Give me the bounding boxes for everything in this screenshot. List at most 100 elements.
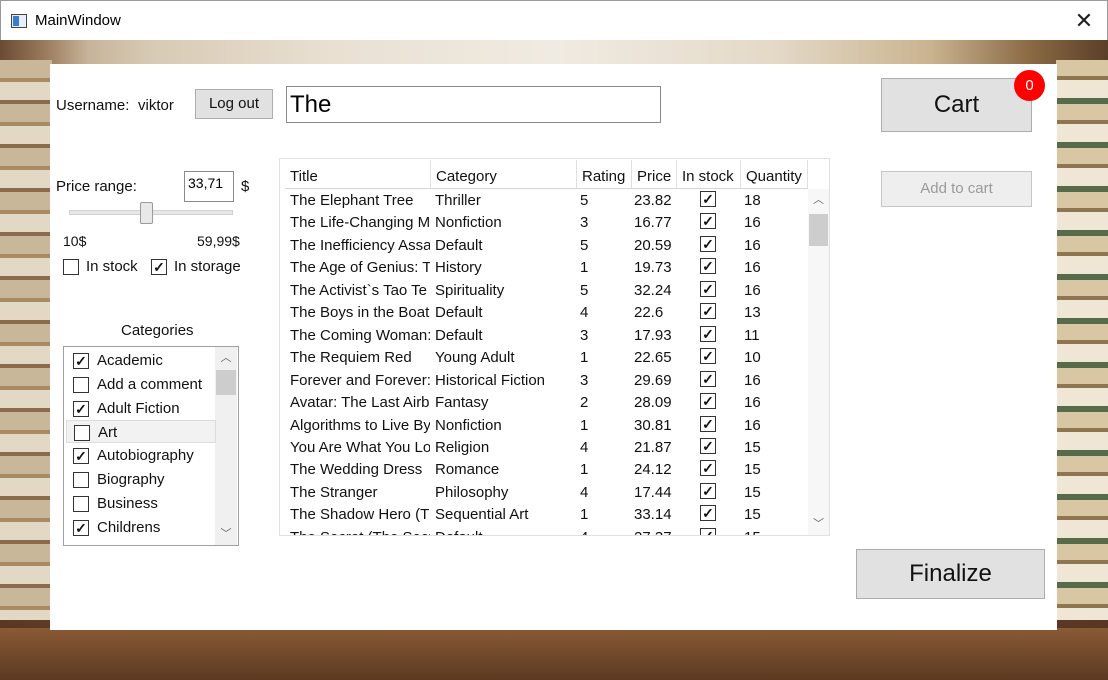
table-row[interactable]: The Life-Changing M Nonfiction 3 16.77 16 bbox=[285, 212, 805, 234]
in-stock-cell-checkbox[interactable] bbox=[700, 280, 716, 297]
column-header-price[interactable]: Price bbox=[632, 160, 677, 189]
table-row[interactable]: Avatar: The Last Airb Fantasy 2 28.09 16 bbox=[285, 392, 805, 414]
table-row[interactable]: Forever and Forever: Historical Fiction 3 2… bbox=[285, 370, 805, 392]
in-stock-cell-checkbox[interactable] bbox=[700, 460, 716, 477]
price-input[interactable]: 33,71 bbox=[184, 171, 234, 202]
table-row[interactable]: The Requiem Red Young Adult 1 22.65 10 bbox=[285, 347, 805, 369]
category-checkbox[interactable] bbox=[73, 519, 89, 536]
category-checkbox[interactable] bbox=[74, 425, 90, 442]
column-header-quantity[interactable]: Quantity bbox=[741, 160, 808, 189]
table-row[interactable]: You Are What You Lo Religion 4 21.87 15 bbox=[285, 437, 805, 459]
cart-button[interactable]: Cart bbox=[881, 78, 1032, 132]
cell-rating: 1 bbox=[580, 461, 589, 479]
table-row[interactable]: The Age of Genius: T History 1 19.73 16 bbox=[285, 257, 805, 279]
column-header-in-stock[interactable]: In stock bbox=[677, 160, 741, 189]
in-stock-cell-checkbox[interactable] bbox=[700, 415, 716, 432]
table-row[interactable]: Algorithms to Live By Nonfiction 1 30.81 16 bbox=[285, 415, 805, 437]
cell-quantity: 18 bbox=[744, 192, 761, 209]
cell-category: Romance bbox=[435, 461, 500, 479]
category-checkbox[interactable] bbox=[73, 353, 89, 369]
cell-title: The Secret (The Secr bbox=[290, 529, 430, 535]
category-item[interactable]: Art bbox=[66, 420, 216, 444]
in-stock-cell-checkbox[interactable] bbox=[700, 303, 716, 320]
cell-price: 27.37 bbox=[634, 529, 679, 535]
close-icon[interactable]: ✕ bbox=[1061, 1, 1107, 40]
in-stock-cell-checkbox[interactable] bbox=[700, 527, 716, 535]
category-item[interactable]: Adult Fiction bbox=[66, 397, 216, 420]
in-stock-cell-checkbox[interactable] bbox=[700, 258, 716, 275]
cell-category: Nonfiction bbox=[435, 416, 502, 434]
category-checkbox[interactable] bbox=[73, 472, 89, 488]
cell-category: Historical Fiction bbox=[435, 371, 546, 389]
scroll-down-icon[interactable]: ﹀ bbox=[215, 525, 237, 543]
books-table[interactable]: The Secret (The Secr Default 4 27.37 15 The S… bbox=[279, 158, 830, 536]
categories-list[interactable]: ︿ ﹀ Academic Add a comment Adult Fiction Ar… bbox=[63, 346, 239, 546]
categories-scrollbar[interactable]: ︿ ﹀ bbox=[215, 347, 237, 545]
category-item[interactable]: Childrens bbox=[66, 516, 216, 539]
finalize-button[interactable]: Finalize bbox=[856, 549, 1045, 599]
category-item[interactable]: Business bbox=[66, 492, 216, 515]
in-stock-cell-checkbox[interactable] bbox=[700, 348, 716, 365]
cell-title: The Elephant Tree bbox=[290, 192, 414, 209]
in-storage-checkbox[interactable] bbox=[151, 259, 167, 275]
category-item[interactable]: Academic bbox=[66, 349, 216, 372]
in-stock-cell-checkbox[interactable] bbox=[700, 437, 716, 454]
cell-category: Default bbox=[435, 326, 483, 344]
logout-button[interactable]: Log out bbox=[195, 89, 273, 119]
table-row[interactable]: The Activist`s Tao Te (Spirituality 5 32.2… bbox=[285, 280, 805, 302]
category-item[interactable]: Autobiography bbox=[66, 444, 216, 467]
username-label: Username: bbox=[56, 97, 130, 114]
scroll-up-icon[interactable]: ︿ bbox=[808, 191, 829, 209]
in-stock-label: In stock bbox=[86, 258, 138, 275]
in-stock-cell-checkbox[interactable] bbox=[700, 191, 716, 207]
category-checkbox[interactable] bbox=[73, 448, 89, 465]
cell-quantity: 11 bbox=[744, 326, 760, 344]
title-bar: MainWindow ✕ bbox=[0, 0, 1108, 40]
category-label: Business bbox=[97, 494, 158, 512]
cell-title: The Shadow Hero (Th bbox=[290, 506, 430, 524]
category-item[interactable]: Biography bbox=[66, 468, 216, 491]
cell-rating: 1 bbox=[580, 416, 589, 434]
in-stock-cell-checkbox[interactable] bbox=[700, 370, 716, 387]
in-stock-checkbox[interactable] bbox=[63, 259, 79, 275]
in-stock-cell-checkbox[interactable] bbox=[700, 235, 716, 252]
table-row[interactable]: The Wedding Dress Romance 1 24.12 15 bbox=[285, 459, 805, 481]
category-label: Biography bbox=[97, 471, 165, 488]
column-header-rating[interactable]: Rating bbox=[577, 160, 632, 189]
category-item[interactable]: Add a comment bbox=[66, 373, 216, 396]
scroll-down-icon[interactable]: ﹀ bbox=[808, 515, 829, 533]
category-checkbox[interactable] bbox=[73, 376, 89, 393]
in-stock-cell-checkbox[interactable] bbox=[700, 482, 716, 499]
search-input[interactable]: The bbox=[286, 86, 661, 123]
table-row[interactable]: The Boys in the Boat: Default 4 22.6 13 bbox=[285, 302, 805, 324]
category-checkbox[interactable] bbox=[73, 495, 89, 512]
scroll-up-icon[interactable]: ︿ bbox=[215, 349, 237, 367]
cell-title: The Life-Changing M bbox=[290, 214, 430, 232]
table-row[interactable]: The Stranger Philosophy 4 17.44 15 bbox=[285, 482, 805, 504]
table-row[interactable]: The Elephant Tree Thriller 5 23.82 18 bbox=[285, 190, 805, 212]
table-scroll-thumb[interactable] bbox=[809, 214, 828, 246]
category-label: Add a comment bbox=[97, 375, 203, 393]
in-stock-cell-checkbox[interactable] bbox=[700, 505, 716, 522]
in-stock-cell-checkbox[interactable] bbox=[700, 393, 716, 410]
cell-price: 19.73 bbox=[634, 259, 672, 277]
category-checkbox[interactable] bbox=[73, 400, 89, 417]
table-row[interactable]: The Secret (The Secr Default 4 27.37 15 bbox=[285, 527, 805, 535]
table-scrollbar[interactable]: ︿ ﹀ bbox=[808, 189, 829, 535]
cell-price: 28.09 bbox=[634, 394, 672, 412]
cell-quantity: 16 bbox=[744, 281, 761, 299]
cell-quantity: 15 bbox=[744, 461, 761, 479]
in-stock-cell-checkbox[interactable] bbox=[700, 213, 716, 230]
cell-quantity: 15 bbox=[744, 529, 799, 535]
column-header-category[interactable]: Category bbox=[431, 160, 577, 189]
price-slider-thumb[interactable] bbox=[140, 202, 153, 224]
table-row[interactable]: The Inefficiency Assa Default 5 20.59 16 bbox=[285, 235, 805, 257]
table-row[interactable]: The Shadow Hero (Th Sequential Art 1 33.14 1… bbox=[285, 504, 805, 526]
table-row[interactable]: The Coming Woman: Default 3 17.93 11 bbox=[285, 325, 805, 347]
price-range-label: Price range: bbox=[56, 178, 137, 195]
categories-scroll-thumb[interactable] bbox=[216, 370, 236, 395]
column-header-title[interactable]: Title bbox=[285, 160, 431, 189]
in-stock-cell-checkbox[interactable] bbox=[700, 325, 716, 342]
add-to-cart-button[interactable]: Add to cart bbox=[881, 171, 1032, 207]
cell-rating: 4 bbox=[580, 438, 589, 456]
